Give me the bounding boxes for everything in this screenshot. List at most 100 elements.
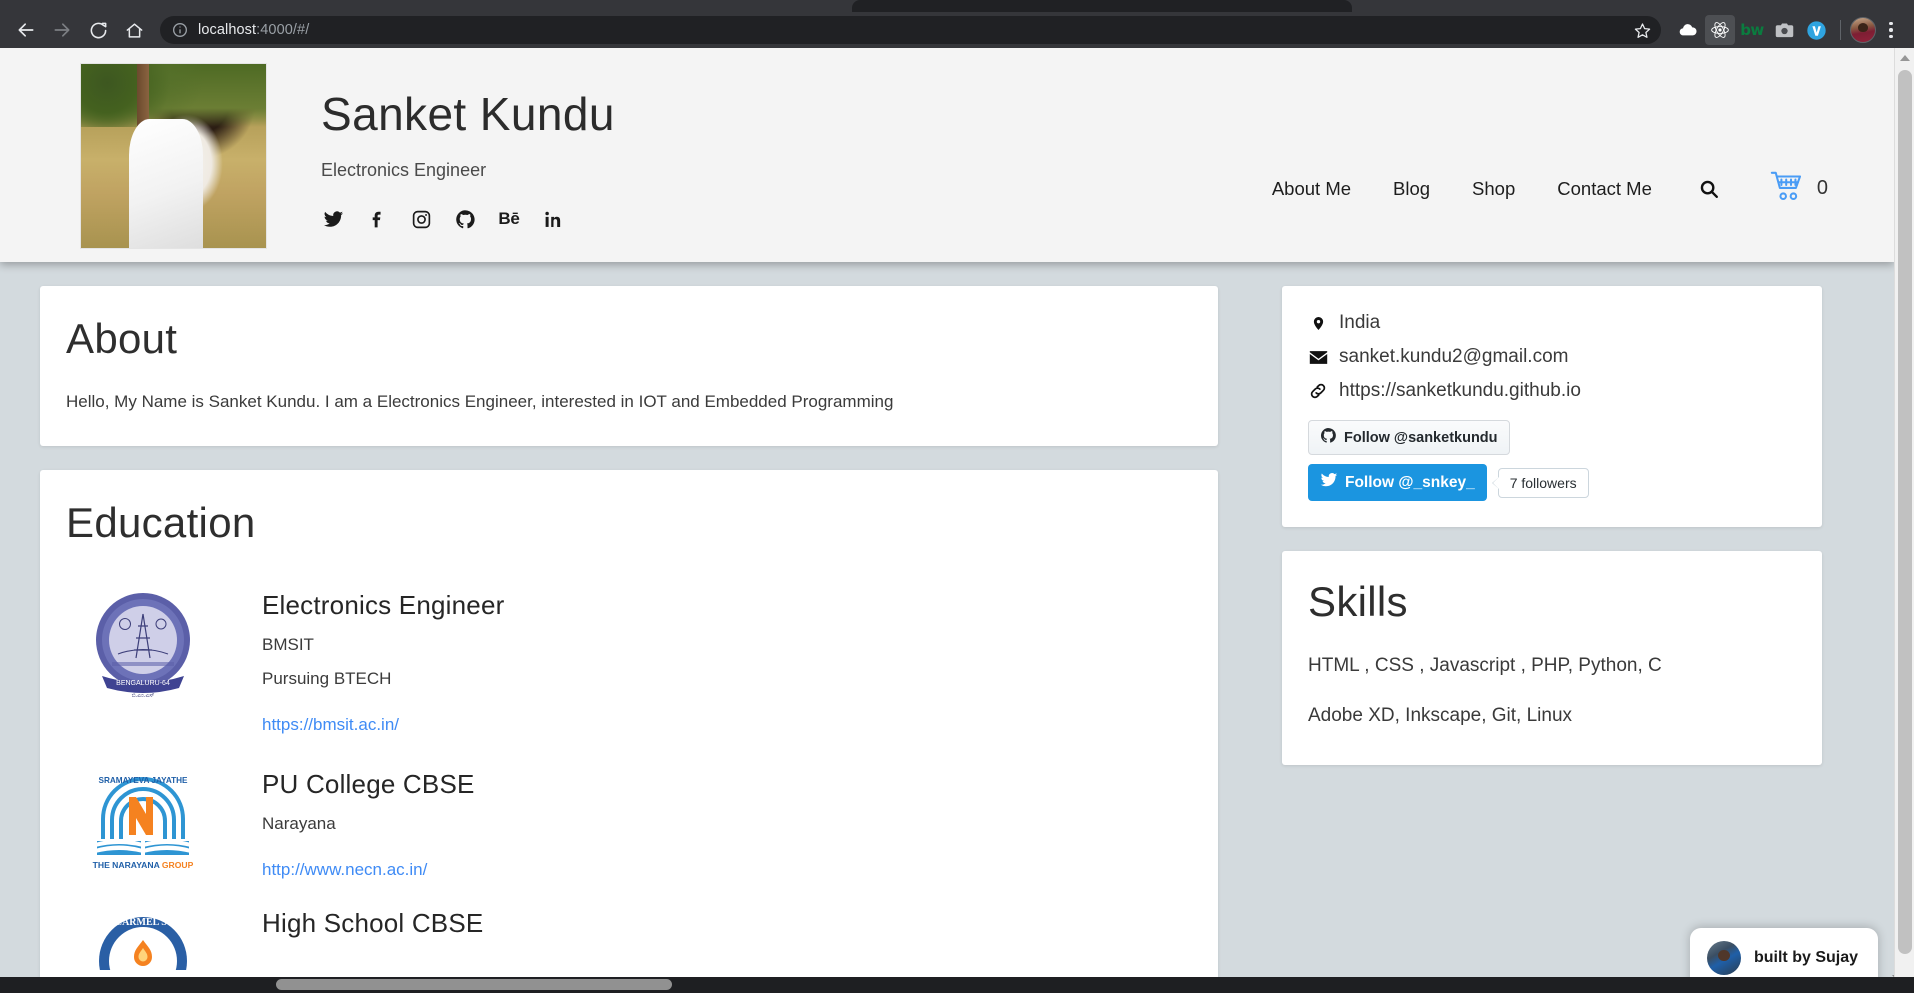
education-degree: High School CBSE: [262, 908, 483, 939]
link-icon: [1308, 382, 1328, 400]
education-card: Education: [40, 470, 1218, 977]
nav-item-shop[interactable]: Shop: [1472, 178, 1515, 200]
envelope-icon: [1308, 350, 1328, 365]
browser-tab[interactable]: [852, 0, 1352, 12]
education-link[interactable]: https://bmsit.ac.in/: [262, 715, 399, 735]
avatar: [1707, 941, 1741, 975]
cart-count: 0: [1817, 177, 1828, 200]
bitwarden-extension-icon[interactable]: bw: [1737, 15, 1767, 45]
skills-title: Skills: [1308, 579, 1796, 625]
education-school: BMSIT: [262, 635, 504, 655]
right-column: India sanket.kundu2@gmail.com https://sa…: [1282, 286, 1822, 789]
chrome-menu-icon[interactable]: [1878, 15, 1904, 45]
screenshot-camera-icon[interactable]: [1769, 15, 1799, 45]
twitter-follow-button[interactable]: Follow @_snkey_: [1308, 464, 1487, 501]
twitter-icon: [1320, 471, 1338, 494]
bmsit-logo: BENGALURU-64 ಬಿ.ಎಂ.ಎಸ್: [80, 588, 206, 700]
reload-button[interactable]: [82, 14, 114, 46]
skills-line-2: Adobe XD, Inkscape, Git, Linux: [1308, 705, 1796, 727]
url-host: localhost: [198, 22, 256, 38]
vertical-scrollbar-thumb[interactable]: [1898, 70, 1912, 954]
education-item: SAINT CARMEL SCHOOL High School CBSE: [66, 906, 1192, 970]
twitter-followers-count[interactable]: 7 followers: [1498, 468, 1589, 498]
map-pin-icon: [1308, 314, 1328, 333]
education-link[interactable]: http://www.necn.ac.in/: [262, 860, 427, 880]
github-follow-label: Follow @sanketkundu: [1344, 430, 1498, 446]
main-content: About Hello, My Name is Sanket Kundu. I …: [0, 262, 1894, 977]
education-degree: Electronics Engineer: [262, 590, 504, 621]
education-item: BENGALURU-64 ಬಿ.ಎಂ.ಎಸ್ Electronics Engin…: [66, 588, 1192, 735]
twitter-follow-label: Follow @_snkey_: [1345, 474, 1475, 492]
profile-photo: [80, 63, 267, 249]
page-title: Sanket Kundu: [321, 90, 1272, 138]
svg-text:ಬಿ.ಎಂ.ಎಸ್: ಬಿ.ಎಂ.ಎಸ್: [132, 693, 155, 699]
bookmark-star-icon[interactable]: [1634, 22, 1651, 39]
scroll-up-arrow-icon[interactable]: [1900, 55, 1910, 61]
contact-card: India sanket.kundu2@gmail.com https://sa…: [1282, 286, 1822, 527]
instagram-icon[interactable]: [409, 207, 433, 231]
horizontal-scrollbar-thumb[interactable]: [276, 979, 672, 990]
home-button[interactable]: [118, 14, 150, 46]
url-path: :4000/#/: [256, 22, 309, 38]
github-follow-button[interactable]: Follow @sanketkundu: [1308, 420, 1510, 455]
forward-button[interactable]: [46, 14, 78, 46]
contact-website: https://sanketkundu.github.io: [1308, 380, 1798, 402]
about-title: About: [66, 316, 1192, 362]
address-bar[interactable]: localhost:4000/#/: [160, 16, 1661, 44]
site-info-icon[interactable]: [172, 22, 188, 38]
about-text: Hello, My Name is Sanket Kundu. I am a E…: [66, 392, 1192, 412]
narayana-logo: SRAMAYEVA JAYATHE THE NARAYANA GROUP: [80, 767, 206, 879]
twitter-icon[interactable]: [321, 207, 345, 231]
site-nav: About Me Blog Shop Contact Me: [1272, 170, 1894, 207]
react-devtools-icon[interactable]: [1705, 15, 1735, 45]
github-icon: [1320, 427, 1337, 448]
github-icon[interactable]: [453, 207, 477, 231]
site-header: Sanket Kundu Electronics Engineer: [0, 48, 1894, 262]
browser-viewport: Sanket Kundu Electronics Engineer: [0, 48, 1914, 993]
contact-email-text[interactable]: sanket.kundu2@gmail.com: [1339, 346, 1568, 368]
nav-item-contact-me[interactable]: Contact Me: [1557, 178, 1652, 200]
education-title: Education: [66, 500, 1192, 546]
education-list: BENGALURU-64 ಬಿ.ಎಂ.ಎಸ್ Electronics Engin…: [66, 588, 1192, 970]
back-button[interactable]: [10, 14, 42, 46]
skills-line-1: HTML , CSS , Javascript , PHP, Python, C: [1308, 655, 1796, 677]
nav-item-blog[interactable]: Blog: [1393, 178, 1430, 200]
contact-website-text[interactable]: https://sanketkundu.github.io: [1339, 380, 1581, 402]
education-status: Pursuing BTECH: [262, 669, 504, 689]
about-card: About Hello, My Name is Sanket Kundu. I …: [40, 286, 1218, 446]
education-body: High School CBSE: [206, 906, 483, 939]
browser-toolbar: localhost:4000/#/ bw: [0, 12, 1914, 48]
contact-email: sanket.kundu2@gmail.com: [1308, 346, 1798, 368]
page-subtitle: Electronics Engineer: [321, 160, 1272, 181]
cart-button[interactable]: 0: [1770, 170, 1828, 207]
education-body: Electronics Engineer BMSIT Pursuing BTEC…: [206, 588, 504, 735]
header-text-block: Sanket Kundu Electronics Engineer: [267, 48, 1272, 231]
education-body: PU College CBSE Narayana http://www.necn…: [206, 767, 475, 880]
web-page: Sanket Kundu Electronics Engineer: [0, 48, 1894, 977]
linkedin-icon[interactable]: [541, 207, 565, 231]
extension-icons: bw: [1669, 15, 1904, 45]
url-text[interactable]: localhost:4000/#/: [198, 22, 309, 38]
browser-tabstrip[interactable]: [0, 0, 1914, 12]
twitter-follow-row: Follow @_snkey_ 7 followers: [1308, 464, 1798, 501]
social-links: Bē: [321, 207, 1272, 231]
contact-location: India: [1308, 312, 1798, 334]
skills-card: Skills HTML , CSS , Javascript , PHP, Py…: [1282, 551, 1822, 765]
svg-text:THE NARAYANA GROUP: THE NARAYANA GROUP: [93, 860, 194, 870]
nav-item-about-me[interactable]: About Me: [1272, 178, 1351, 200]
svg-text:SAINT CARMEL SCHOOL: SAINT CARMEL SCHOOL: [88, 917, 198, 928]
education-school: Narayana: [262, 814, 475, 834]
chrome-profile-avatar[interactable]: [1850, 17, 1876, 43]
facebook-icon[interactable]: [365, 207, 389, 231]
vertical-scrollbar[interactable]: [1894, 48, 1914, 993]
svg-text:BENGALURU-64: BENGALURU-64: [116, 680, 170, 687]
search-icon[interactable]: [1698, 178, 1720, 200]
education-item: SRAMAYEVA JAYATHE THE NARAYANA GROUP: [66, 767, 1192, 880]
horizontal-scrollbar[interactable]: [0, 977, 1914, 993]
behance-icon[interactable]: Bē: [497, 207, 521, 231]
vimium-extension-icon[interactable]: [1801, 15, 1831, 45]
built-by-label: built by Sujay: [1754, 949, 1858, 967]
cart-icon[interactable]: [1770, 170, 1806, 207]
saint-carmel-logo: SAINT CARMEL SCHOOL: [80, 906, 206, 970]
cloud-extension-icon[interactable]: [1673, 15, 1703, 45]
